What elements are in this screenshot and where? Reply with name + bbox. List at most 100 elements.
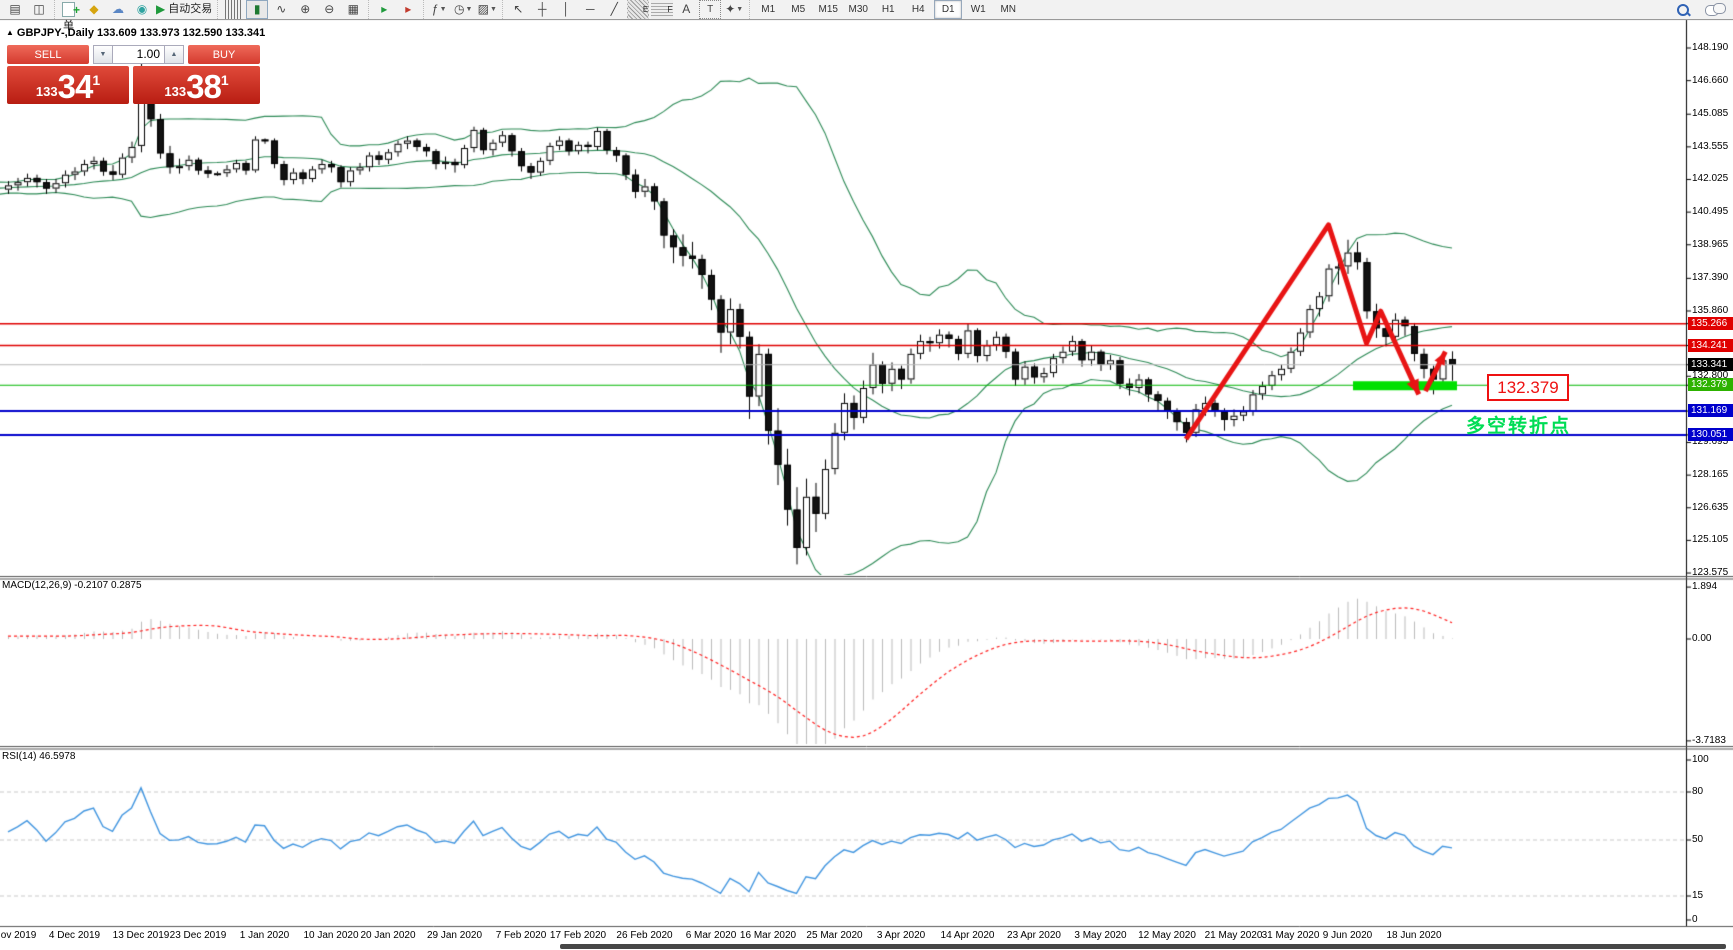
indicators-icon[interactable]: ƒ▼ <box>428 0 450 19</box>
periods-icon[interactable]: ◷▼ <box>452 0 474 19</box>
auto-scroll-icon[interactable]: ▸ <box>373 0 395 19</box>
volume-up-button[interactable]: ▲ <box>164 45 184 64</box>
timeframe-m1[interactable]: M1 <box>754 0 782 19</box>
text-icon[interactable]: A <box>675 0 697 19</box>
date-axis-label: 14 Apr 2020 <box>941 930 995 941</box>
timeframe-w1[interactable]: W1 <box>964 0 992 19</box>
date-axis-label: 17 Feb 2020 <box>550 930 606 941</box>
metaeditor-icon[interactable]: ◆ <box>83 0 105 19</box>
autotrading-button[interactable]: ▶自动交易 <box>155 0 213 19</box>
timeframe-m15[interactable]: M15 <box>814 0 842 19</box>
date-axis-label: 25 Mar 2020 <box>806 930 862 941</box>
y-axis-tick-label: 142.025 <box>1692 173 1728 184</box>
bar-chart-icon[interactable] <box>222 0 244 19</box>
y-axis-tick-label: 143.555 <box>1692 141 1728 152</box>
templates-icon[interactable]: ▨▼ <box>476 0 498 19</box>
date-axis-label: 29 Jan 2020 <box>427 930 482 941</box>
price-annotation-box[interactable]: 132.379 <box>1487 374 1569 401</box>
new-order-button-label: 新订单 <box>63 0 80 35</box>
arrows-icon-dropdown[interactable]: ▼ <box>736 1 743 18</box>
zoom-out-icon[interactable]: ⊖ <box>318 0 340 19</box>
equidistant-channel-icon[interactable]: E <box>627 0 649 19</box>
tile-windows-icon[interactable]: ▦ <box>342 0 364 19</box>
timeframe-m30[interactable]: M30 <box>844 0 872 19</box>
toolbar-group: ▸▸ <box>368 0 423 19</box>
indicators-icon-dropdown[interactable]: ▼ <box>440 1 447 18</box>
date-axis-label: 20 Jan 2020 <box>360 930 415 941</box>
y-axis-tick-label: 145.085 <box>1692 108 1728 119</box>
buy-price-sup: 1 <box>221 72 229 88</box>
macd-axis-tick-label: 0.00 <box>1692 633 1711 644</box>
signals-icon[interactable]: ◉ <box>131 0 153 19</box>
collapse-triangle-icon[interactable]: ▲ <box>6 28 14 37</box>
price-badge: 130.051 <box>1688 428 1733 441</box>
toolbar-right <box>1675 2 1733 18</box>
candlestick-chart-icon[interactable]: ▮ <box>246 0 268 19</box>
date-axis-label: 23 Dec 2019 <box>170 930 227 941</box>
trendline-icon[interactable]: ╱ <box>603 0 625 19</box>
cursor-icon[interactable]: ↖ <box>507 0 529 19</box>
macd-axis-tick-label: 1.894 <box>1692 581 1717 592</box>
toolbar-group: ▤◫ <box>0 0 54 19</box>
toolbar: ▤◫新订单◆☁◉▶自动交易▮∿⊕⊖▦▸▸ƒ▼◷▼▨▼↖┼│─╱EFAT✦▼ M1… <box>0 0 1733 20</box>
price-chart-canvas[interactable] <box>0 0 1733 950</box>
price-badge: 131.169 <box>1688 404 1733 417</box>
price-badge: 135.266 <box>1688 317 1733 330</box>
buy-price-button[interactable]: 133 38 1 <box>133 66 260 104</box>
new-order-button[interactable]: 新订单 <box>59 0 81 19</box>
mt4-terminal: ▤◫新订单◆☁◉▶自动交易▮∿⊕⊖▦▸▸ƒ▼◷▼▨▼↖┼│─╱EFAT✦▼ M1… <box>0 0 1733 950</box>
y-axis-tick-label: 140.495 <box>1692 206 1728 217</box>
profile-chart-icon[interactable]: ◫ <box>28 0 50 19</box>
crosshair-icon[interactable]: ┼ <box>531 0 553 19</box>
y-axis-tick-label: 128.165 <box>1692 469 1728 480</box>
rsi-axis-tick-label: 100 <box>1692 754 1709 765</box>
community-icon[interactable]: ☁ <box>107 0 129 19</box>
autotrading-button-label: 自动交易 <box>168 1 212 18</box>
volume-input[interactable]: 1.00 <box>113 45 164 64</box>
date-axis-label: 7 Feb 2020 <box>496 930 547 941</box>
date-axis-label: 1 Jan 2020 <box>240 930 290 941</box>
line-chart-icon[interactable]: ∿ <box>270 0 292 19</box>
date-axis-label: 12 May 2020 <box>1138 930 1196 941</box>
text-label-icon[interactable]: T <box>699 0 721 19</box>
y-axis-tick-label: 123.575 <box>1692 567 1728 578</box>
timeframe-h1[interactable]: H1 <box>874 0 902 19</box>
buy-price-big: 38 <box>186 72 221 102</box>
toolbar-group: ▮∿⊕⊖▦ <box>217 0 368 19</box>
toolbar-group: ƒ▼◷▼▨▼ <box>423 0 502 19</box>
templates-icon-dropdown[interactable]: ▼ <box>490 1 497 18</box>
price-badge: 134.241 <box>1688 339 1733 352</box>
timeframe-m5[interactable]: M5 <box>784 0 812 19</box>
chat-icon[interactable] <box>1705 3 1725 17</box>
rsi-axis-tick-label: 0 <box>1692 914 1698 925</box>
volume-down-button[interactable]: ▼ <box>93 45 113 64</box>
arrows-icon[interactable]: ✦▼ <box>723 0 745 19</box>
timeframe-h4[interactable]: H4 <box>904 0 932 19</box>
sell-button[interactable]: SELL <box>7 45 89 64</box>
horizontal-scrollbar[interactable] <box>560 944 1726 949</box>
macd-indicator-label: MACD(12,26,9) -0.2107 0.2875 <box>2 580 142 591</box>
chart-window-icon[interactable]: ▤ <box>4 0 26 19</box>
date-axis-label: 25 Nov 2019 <box>0 930 36 941</box>
date-axis-label: 3 Apr 2020 <box>877 930 925 941</box>
fibonacci-icon[interactable]: F <box>651 0 673 19</box>
date-axis-label: 4 Dec 2019 <box>49 930 100 941</box>
rsi-indicator-label: RSI(14) 46.5978 <box>2 751 75 762</box>
buy-button[interactable]: BUY <box>188 45 260 64</box>
date-axis-label: 18 Jun 2020 <box>1386 930 1441 941</box>
zoom-in-icon[interactable]: ⊕ <box>294 0 316 19</box>
horizontal-line-icon[interactable]: ─ <box>579 0 601 19</box>
sell-price-button[interactable]: 133 34 1 <box>7 66 129 104</box>
chart-shift-icon[interactable]: ▸ <box>397 0 419 19</box>
y-axis-tick-label: 138.965 <box>1692 239 1728 250</box>
vertical-line-icon[interactable]: │ <box>555 0 577 19</box>
search-icon[interactable] <box>1675 2 1691 18</box>
periods-icon-dropdown[interactable]: ▼ <box>466 1 473 18</box>
price-badge: 132.379 <box>1688 378 1733 391</box>
date-axis-label: 21 May 2020 <box>1205 930 1263 941</box>
toolbar-groups: ▤◫新订单◆☁◉▶自动交易▮∿⊕⊖▦▸▸ƒ▼◷▼▨▼↖┼│─╱EFAT✦▼ <box>0 0 749 19</box>
timeframe-d1[interactable]: D1 <box>934 0 962 19</box>
buy-price-prefix: 133 <box>164 84 186 99</box>
timeframe-mn[interactable]: MN <box>994 0 1022 19</box>
sell-price-prefix: 133 <box>36 84 58 99</box>
